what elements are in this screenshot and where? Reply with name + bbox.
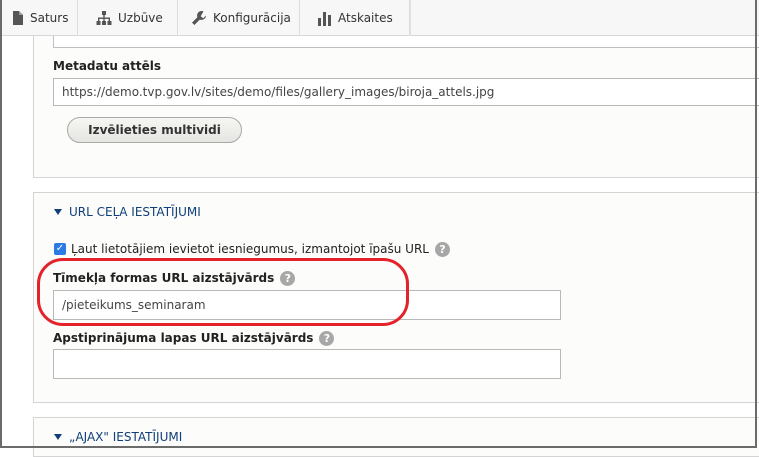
toolbar-item-atskaites[interactable]: Atskaites — [306, 0, 410, 36]
toolbar-spacer — [410, 0, 759, 36]
metadata-image-label: Metadatu attēls — [53, 59, 162, 73]
checkmark-icon: ✓ — [55, 243, 65, 254]
toolbar-label: Uzbūve — [118, 11, 163, 25]
sitemap-icon — [96, 11, 112, 25]
ajax-settings-toggle[interactable]: „AJAX" IESTATĪJUMI — [54, 430, 182, 444]
webform-url-label-row: Tīmekļa formas URL aizstājvārds? — [53, 271, 296, 286]
confirmation-url-label-row: Apstiprinājuma lapas URL aizstājvārds? — [53, 331, 335, 346]
ajax-settings-heading: „AJAX" IESTATĪJUMI — [69, 430, 183, 444]
admin-toolbar: Saturs Uzbūve Konfigurācija Atskaites — [0, 0, 759, 36]
help-icon[interactable]: ? — [319, 331, 335, 346]
custom-url-checkbox[interactable]: ✓ — [54, 243, 66, 255]
caret-down-icon — [54, 434, 62, 440]
url-settings-toggle[interactable]: URL CEĻA IESTATĪJUMI — [54, 205, 201, 219]
caret-down-icon — [54, 209, 62, 215]
confirmation-url-label: Apstiprinājuma lapas URL aizstājvārds — [53, 331, 314, 345]
choose-media-button[interactable]: Izvēlieties multividi — [67, 117, 242, 143]
document-icon — [13, 11, 23, 25]
url-settings-heading: URL CEĻA IESTATĪJUMI — [69, 205, 201, 219]
metadata-image-url-input[interactable]: https://demo.tvp.gov.lv/sites/demo/files… — [53, 78, 759, 106]
toolbar-item-saturs[interactable]: Saturs — [2, 0, 78, 36]
toolbar-item-konfiguracija[interactable]: Konfigurācija — [181, 0, 300, 36]
toolbar-label: Konfigurācija — [213, 11, 291, 25]
custom-url-checkbox-label[interactable]: Ļaut lietotājiem ievietot iesniegumus, i… — [71, 242, 450, 257]
wrench-icon — [192, 10, 206, 25]
help-icon[interactable]: ? — [434, 242, 450, 257]
bar-chart-icon — [318, 12, 331, 26]
webform-url-alias-input[interactable]: /pieteikums_seminaram — [53, 290, 561, 320]
checkbox-label-text: Ļaut lietotājiem ievietot iesniegumus, i… — [71, 242, 429, 256]
toolbar-label: Atskaites — [338, 11, 393, 25]
toolbar-item-uzbuve[interactable]: Uzbūve — [86, 0, 178, 36]
webform-url-label: Tīmekļa formas URL aizstājvārds — [53, 271, 275, 285]
confirmation-url-alias-input[interactable] — [53, 349, 561, 379]
help-icon[interactable]: ? — [280, 271, 296, 286]
metadata-image-url-value: https://demo.tvp.gov.lv/sites/demo/files… — [62, 85, 495, 99]
toolbar-label: Saturs — [30, 11, 69, 25]
webform-url-alias-value: /pieteikums_seminaram — [62, 298, 206, 312]
